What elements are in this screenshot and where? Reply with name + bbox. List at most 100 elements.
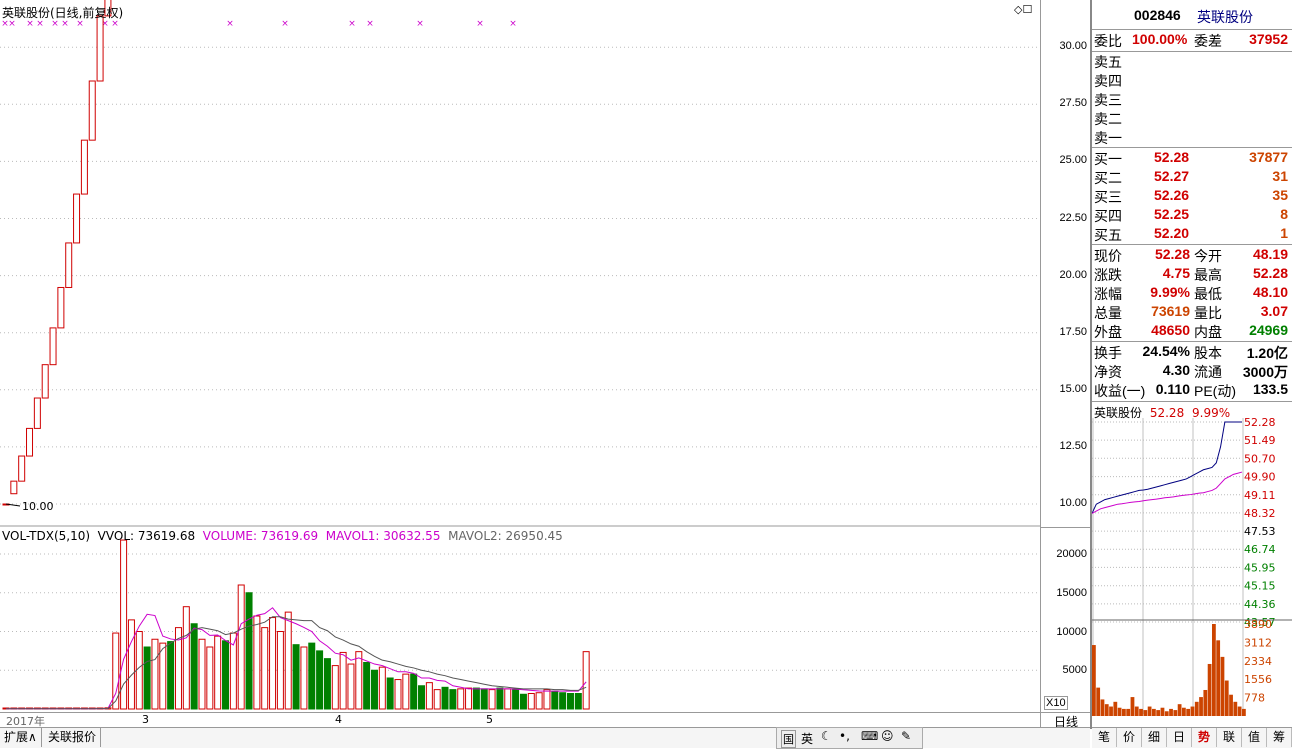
bid-label: 买二 (1094, 170, 1122, 186)
time-label-may: 5 (486, 713, 493, 726)
ask-label: 卖三 (1094, 92, 1122, 108)
panel-tab[interactable]: 价 (1117, 728, 1142, 747)
signal-marker: × (281, 19, 289, 29)
mini-vol-tick: 778 (1244, 692, 1265, 705)
bottom-tab-bar: 扩展∧ 关联报价 (0, 727, 1090, 748)
volume-bar (418, 685, 426, 710)
bid-price: 52.26 (1154, 187, 1190, 203)
ask-label: 卖一 (1094, 130, 1122, 146)
time-axis: 2017年 3 4 5 (0, 712, 1040, 728)
chart-options-icon[interactable]: ◇☐ (1014, 3, 1032, 16)
ime-country-icon[interactable]: 国 (781, 730, 796, 748)
ime-english-icon[interactable]: 英 (801, 730, 813, 747)
bid-volume: 1 (1280, 225, 1288, 241)
volume-bar (253, 615, 261, 710)
volume-bar (410, 673, 418, 710)
mini-vol-bar (1152, 708, 1156, 716)
panel-tab[interactable]: 联 (1217, 728, 1242, 747)
extra-row: 换手 24.54% 股本 1.20亿 (1092, 343, 1292, 362)
volume-bar (441, 686, 449, 710)
stock-name[interactable]: 英联股份 (1197, 7, 1253, 27)
mini-vol-bar (1186, 708, 1191, 716)
volume-bar (316, 650, 324, 710)
mini-price-tick: 44.36 (1244, 598, 1276, 611)
price-axis: 50.0047.5045.0042.5040.0037.5035.0032.50… (1040, 0, 1091, 527)
ask-row: 卖一 (1092, 128, 1292, 147)
wrench-icon[interactable]: ✎ (901, 729, 911, 743)
volume-chart[interactable] (0, 527, 1040, 712)
user-icon[interactable]: ☺ (881, 729, 894, 743)
bid-row: 买三 52.26 35 (1092, 187, 1292, 206)
volume-bar (394, 679, 402, 710)
volume-bar (504, 688, 512, 710)
panel-tab[interactable]: 细 (1142, 728, 1167, 747)
bid-row: 买五 52.20 1 (1092, 225, 1292, 244)
extra-label: 股本 (1194, 345, 1222, 361)
stat-label: 量比 (1194, 305, 1222, 321)
punctuation-icon[interactable]: •, (839, 729, 850, 743)
volume-tick: 5000 (1062, 664, 1087, 677)
candle-body (96, 15, 104, 82)
stat-label: 今开 (1194, 248, 1222, 264)
stat-value: 48.10 (1252, 284, 1288, 300)
stat-row: 涨幅 9.99% 最低 48.10 (1092, 284, 1292, 303)
volume-bar (386, 677, 394, 710)
period-label[interactable]: 日线 (1040, 712, 1091, 729)
keyboard-icon[interactable]: ⌨ (861, 729, 878, 743)
signal-marker: × (366, 19, 374, 29)
stat-row: 现价 52.28 今开 48.19 (1092, 246, 1292, 265)
bid-label: 买三 (1094, 189, 1122, 205)
bid-label: 买五 (1094, 227, 1122, 243)
intraday-mini-chart[interactable]: 52.28 51.49 50.70 49.90 49.11 48.32 47.53 46.74… (1092, 418, 1292, 718)
weibi-value: 100.00% (1132, 31, 1188, 47)
volume-bar (535, 692, 543, 710)
signal-marker: × (416, 19, 424, 29)
ask-row: 卖三 (1092, 90, 1292, 109)
tab-related-quotes[interactable]: 关联报价 (44, 728, 102, 747)
volume-bar (527, 693, 535, 710)
volume-bar (378, 666, 386, 710)
panel-tab[interactable]: 筹 (1267, 728, 1292, 747)
volume-bar (355, 651, 363, 710)
stat-label: 外盘 (1094, 324, 1122, 340)
volume-bar (276, 631, 284, 710)
stat-value: 3.07 (1260, 303, 1288, 319)
volume-tick: 20000 (1056, 548, 1087, 560)
weicha-label: 委差 (1194, 33, 1222, 49)
mini-price-tick: 52.28 (1244, 418, 1276, 429)
mini-vol-bar (1134, 706, 1139, 716)
indicator-name[interactable]: VOL-TDX(5,10) (2, 529, 90, 543)
mini-vol-bar (1113, 701, 1118, 716)
mini-vol-bar (1229, 694, 1233, 716)
mini-vol-bar (1212, 624, 1216, 716)
panel-tab[interactable]: 笔 (1092, 728, 1117, 747)
mini-price-tick: 48.32 (1244, 507, 1276, 520)
panel-tab[interactable]: 值 (1242, 728, 1267, 747)
tab-expand[interactable]: 扩展∧ (0, 728, 42, 747)
volume-bar (472, 687, 480, 710)
mini-vol-bar (1169, 708, 1173, 716)
stat-value: 73619 (1151, 303, 1190, 319)
volume-header: VOL-TDX(5,10) VVOL: 73619.68 VOLUME: 736… (2, 529, 563, 543)
candle-body (26, 427, 34, 457)
volume-bar (519, 693, 527, 710)
weicha-value: 37952 (1249, 31, 1288, 47)
time-label-april: 4 (335, 713, 342, 726)
candlestick-chart[interactable]: ××××××××××××××××52.2810.00 (0, 0, 1040, 527)
moon-icon[interactable]: ☾ (821, 729, 832, 743)
mini-vol-bar (1237, 706, 1242, 716)
candle-body (65, 242, 73, 288)
volume-bar (543, 689, 551, 710)
stat-row: 总量 73619 量比 3.07 (1092, 303, 1292, 322)
panel-tab[interactable]: 日 (1167, 728, 1192, 747)
ask-label: 卖四 (1094, 73, 1122, 89)
ime-toolbar[interactable]: 国 英 ☾ •, ⌨ ☺ ✎ (776, 727, 923, 749)
panel-tab[interactable]: 势 (1192, 728, 1217, 747)
volume-bar (425, 682, 433, 710)
volume-bar (300, 646, 308, 710)
mini-vol-bar (1242, 708, 1246, 716)
mini-vol-bar (1156, 710, 1161, 716)
volume-bar (292, 644, 300, 710)
stat-label: 现价 (1094, 248, 1122, 264)
volume-bar (261, 627, 269, 710)
